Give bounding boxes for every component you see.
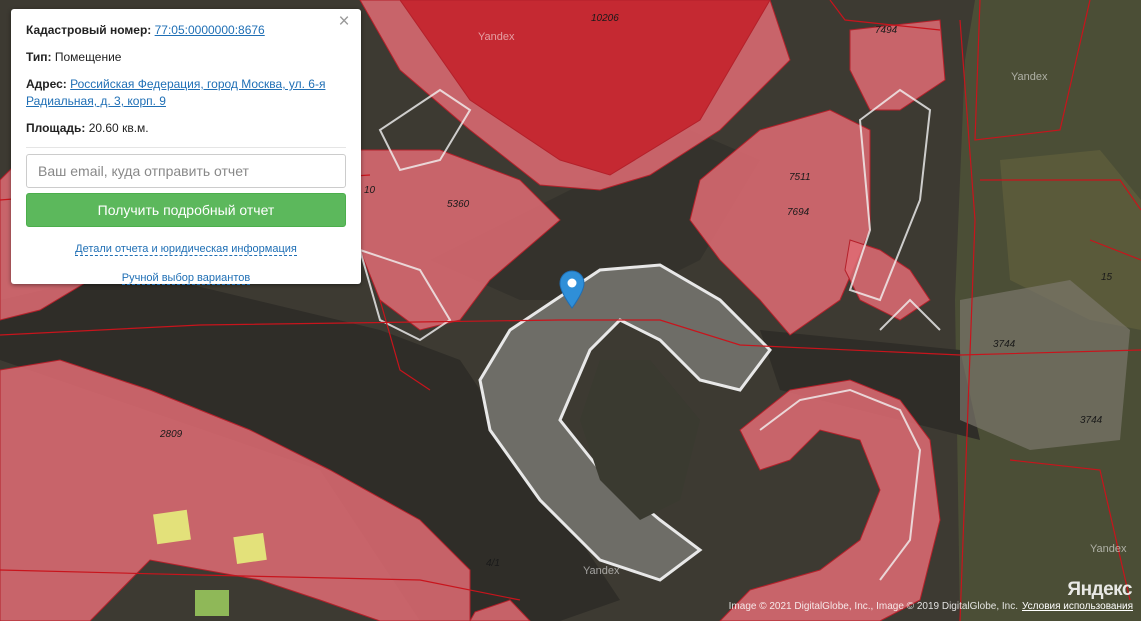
close-icon[interactable]: × — [335, 12, 353, 31]
parcel-label: 3744 — [1080, 415, 1103, 426]
get-report-button[interactable]: Получить подробный отчет — [26, 193, 346, 227]
map-watermark: Yandex — [1090, 543, 1127, 555]
parcel-label: 7494 — [875, 25, 898, 36]
cadastral-number-link[interactable]: 77:05:0000000:8676 — [155, 23, 265, 37]
email-input[interactable] — [26, 154, 346, 188]
parcel-label: 5360 — [447, 199, 470, 210]
parcel-label: 7511 — [789, 172, 811, 183]
address-row: Адрес: Российская Федерация, город Москв… — [26, 76, 346, 110]
parcel-label: 3744 — [993, 339, 1016, 350]
yandex-logo: Яндекс — [1067, 579, 1132, 600]
map-copyright: Image © 2021 DigitalGlobe, Inc., Image ©… — [729, 601, 1133, 612]
type-label: Тип: — [26, 50, 52, 64]
playground — [233, 533, 267, 564]
parcel-label: 10206 — [591, 13, 619, 24]
area-label: Площадь: — [26, 121, 86, 135]
terms-of-use-link[interactable]: Условия использования — [1022, 601, 1133, 612]
copyright-text: Image © 2021 DigitalGlobe, Inc., Image ©… — [728, 601, 1018, 612]
manual-selection-link[interactable]: Ручной выбор вариантов — [26, 272, 346, 285]
cadastral-info-popup: × Кадастровый номер: 77:05:0000000:8676 … — [11, 9, 361, 285]
report-details-link[interactable]: Детали отчета и юридическая информация — [26, 243, 346, 256]
type-value: Помещение — [54, 50, 122, 64]
cadastral-number-row: Кадастровый номер: 77:05:0000000:8676 — [26, 22, 346, 39]
map-watermark: Yandex — [478, 31, 515, 43]
divider — [26, 147, 346, 148]
map-watermark: Yandex — [1011, 71, 1048, 83]
type-row: Тип: Помещение — [26, 49, 346, 66]
report-details-link-text[interactable]: Детали отчета и юридическая информация — [75, 243, 297, 256]
playground — [153, 509, 191, 545]
address-label: Адрес: — [26, 77, 67, 91]
manual-selection-link-text[interactable]: Ручной выбор вариантов — [121, 272, 251, 285]
address-link[interactable]: Российская Федерация, город Москва, ул. … — [26, 77, 325, 108]
location-marker-icon[interactable] — [559, 270, 585, 310]
area-row: Площадь: 20.60 кв.м. — [26, 120, 346, 137]
parcel-label: 10 — [364, 185, 376, 196]
map-watermark: Yandex — [583, 565, 620, 577]
sports-field — [195, 590, 229, 616]
parcel-label: 4/1 — [486, 558, 500, 569]
parcel-label: 2809 — [159, 429, 183, 440]
area-value: 20.60 кв.м. — [88, 121, 149, 135]
cadastral-number-label: Кадастровый номер: — [26, 23, 152, 37]
parcel-label: 7694 — [787, 207, 810, 218]
parcel-label: 15 — [1101, 272, 1113, 283]
